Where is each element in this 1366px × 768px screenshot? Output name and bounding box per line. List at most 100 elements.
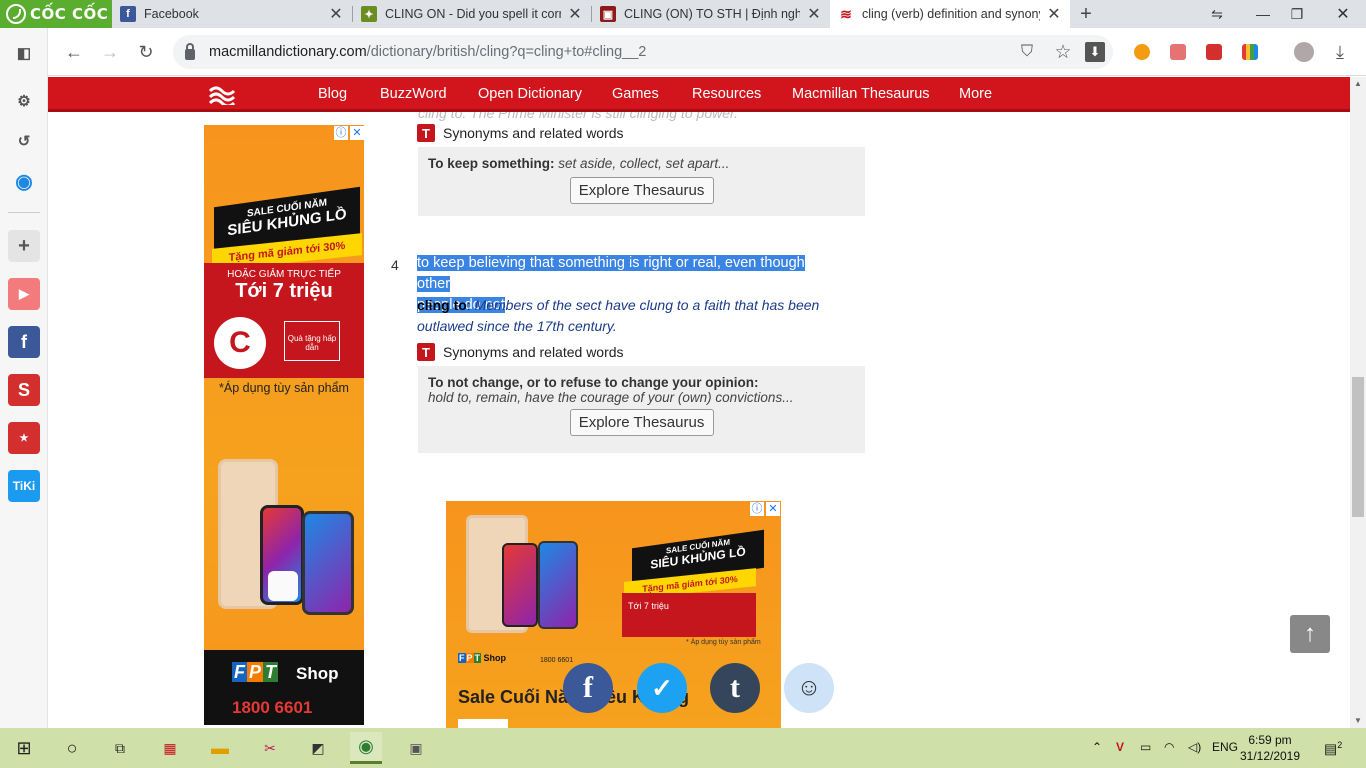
file-explorer-icon[interactable]: ▬ — [204, 732, 236, 764]
ad-gift-box: Quà tặng hấp dẫn — [284, 321, 340, 361]
history-icon[interactable]: ↺ — [8, 125, 40, 157]
site-navigation: Blog BuzzWord Open Dictionary Games Reso… — [48, 77, 1350, 112]
tiki-icon[interactable]: TiKi — [8, 470, 40, 502]
taskbar-clock[interactable]: 6:59 pm 31/12/2019 — [1238, 732, 1302, 764]
lazada-icon[interactable]: ★ — [8, 422, 40, 454]
restore-tabs-icon[interactable]: ⇋ — [1194, 0, 1240, 28]
cambridge-favicon-icon: ▣ — [600, 6, 616, 22]
language-indicator[interactable]: ENG — [1212, 740, 1238, 754]
twitter-share-icon[interactable]: ✓ — [637, 663, 687, 713]
ad-close-icon[interactable]: ✕ — [766, 502, 780, 516]
nav-games[interactable]: Games — [612, 86, 659, 102]
scrollbar-thumb[interactable] — [1352, 377, 1364, 517]
explore-thesaurus-button[interactable]: Explore Thesaurus — [569, 177, 714, 204]
nav-more[interactable]: More — [959, 86, 992, 102]
tab-close-icon[interactable]: ✕ — [328, 6, 344, 23]
ad-info-icon[interactable]: ⓘ — [334, 126, 348, 140]
coccoc-taskbar-icon[interactable]: ◉ — [350, 732, 382, 764]
macmillan-logo-icon[interactable] — [209, 83, 235, 105]
lock-icon[interactable] — [185, 42, 195, 60]
nav-open-dictionary[interactable]: Open Dictionary — [478, 86, 582, 102]
notes-app-icon[interactable]: ◩ — [302, 732, 334, 764]
ad-fpt-logo: FPT Shop — [458, 653, 507, 663]
snipping-tool-icon[interactable]: ✂ — [254, 732, 286, 764]
browser-toolbar: ← → ↻ macmillandictionary.com/dictionary… — [48, 28, 1366, 76]
close-window-button[interactable]: ✕ — [1320, 0, 1366, 28]
clock-date: 31/12/2019 — [1239, 749, 1301, 763]
nav-blog[interactable]: Blog — [318, 86, 347, 102]
profile-avatar[interactable] — [1294, 42, 1314, 62]
forward-arrow-icon[interactable]: → — [96, 38, 124, 66]
nav-resources[interactable]: Resources — [692, 86, 761, 102]
battery-tray-icon[interactable]: ▭ — [1140, 740, 1151, 754]
synonyms-link[interactable]: T Synonyms and related words — [417, 343, 624, 361]
maximize-button[interactable]: ❐ — [1274, 0, 1320, 28]
sidebar-toggle-icon[interactable]: ◧ — [8, 37, 40, 69]
page-scrollbar[interactable]: ▲ ▼ — [1350, 77, 1366, 728]
ad-red-panel: Tới 7 triệu — [622, 593, 756, 637]
shield-icon[interactable]: ⛉ — [1013, 38, 1041, 66]
windows-start-icon[interactable]: ⊞ — [8, 732, 40, 764]
unikey-tray-icon[interactable]: V — [1116, 740, 1124, 754]
scroll-down-arrow-icon[interactable]: ▼ — [1350, 714, 1366, 728]
left-ad[interactable]: ⓘ ✕ SALE CUỐI NĂM SIÊU KHỦNG LỒ Tặng mã … — [204, 125, 364, 725]
extension-adblock-icon[interactable] — [1170, 44, 1186, 60]
synonyms-label: Synonyms and related words — [443, 125, 624, 141]
messenger-icon[interactable]: ◉ — [8, 165, 40, 197]
tab-cambridge[interactable]: ▣ CLING (ON) TO STH | Định nghĩa tr ✕ — [592, 0, 830, 28]
clock-time: 6:59 pm — [1248, 733, 1292, 747]
tiki-label: TiKi — [12, 479, 36, 493]
tab-cling-on[interactable]: ✦ CLING ON - Did you spell it correc ✕ — [353, 0, 591, 28]
explore-thesaurus-button[interactable]: Explore Thesaurus — [569, 409, 714, 436]
download-page-icon[interactable]: ⬇ — [1085, 42, 1105, 62]
ad-phone-number: 1800 6601 — [540, 657, 574, 664]
extension-red-icon[interactable] — [1206, 44, 1222, 60]
extension-color-icon[interactable] — [1242, 44, 1258, 60]
extension-chrome-icon[interactable] — [1134, 44, 1150, 60]
tab-macmillan[interactable]: ≋ cling (verb) definition and synonyr ✕ — [830, 0, 1070, 28]
ad-button — [458, 719, 508, 728]
nav-buzzword[interactable]: BuzzWord — [380, 86, 447, 102]
ad-info-icon[interactable]: ⓘ — [750, 502, 764, 516]
tab-close-icon[interactable]: ✕ — [806, 6, 822, 23]
add-app-icon[interactable]: + — [8, 230, 40, 262]
action-center-icon[interactable]: ▤2 — [1324, 740, 1342, 758]
volume-tray-icon[interactable]: ◁) — [1188, 740, 1201, 754]
grammar-favicon-icon: ✦ — [361, 6, 377, 22]
reload-icon[interactable]: ↻ — [132, 38, 160, 66]
tab-facebook[interactable]: f Facebook ✕ — [112, 0, 352, 28]
nav-macmillan-thesaurus[interactable]: Macmillan Thesaurus — [792, 86, 930, 102]
ad-airpods-image — [268, 571, 298, 601]
address-bar[interactable]: macmillandictionary.com/dictionary/briti… — [173, 35, 1113, 69]
new-tab-button[interactable]: + — [1072, 0, 1100, 28]
tray-expand-icon[interactable]: ⌃ — [1092, 740, 1102, 754]
facebook-app-icon[interactable]: f — [8, 326, 40, 358]
facebook-share-icon[interactable]: f — [563, 663, 613, 713]
screenshot-app-icon[interactable]: ▣ — [400, 732, 432, 764]
back-arrow-icon[interactable]: ← — [60, 38, 88, 66]
bookmark-star-icon[interactable]: ☆ — [1049, 38, 1077, 66]
tab-close-icon[interactable]: ✕ — [567, 6, 583, 23]
downloads-icon[interactable]: ⤓ — [1326, 38, 1354, 66]
coccoc-logo-icon — [6, 4, 26, 24]
shopee-icon[interactable]: S — [8, 374, 40, 406]
shopee-label: S — [17, 379, 30, 400]
youtube-icon[interactable]: ▶ — [8, 278, 40, 310]
tumblr-share-icon[interactable]: t — [710, 663, 760, 713]
paint-app-icon[interactable]: ▦ — [154, 732, 186, 764]
ad-close-icon[interactable]: ✕ — [350, 126, 364, 140]
cortana-search-icon[interactable]: ○ — [56, 732, 88, 764]
tab-title: CLING (ON) TO STH | Định nghĩa tr — [624, 7, 800, 21]
example-text: outlawed since the 17th century. — [417, 318, 617, 334]
ad-text: Tới 7 triệu — [628, 601, 669, 611]
synonyms-link[interactable]: T Synonyms and related words — [417, 124, 624, 142]
coccoc-menu-button[interactable]: CỐC CỐC — [0, 0, 112, 28]
scroll-to-top-button[interactable]: ↑ — [1290, 615, 1330, 653]
settings-icon[interactable]: ⚙ — [8, 85, 40, 117]
wifi-tray-icon[interactable]: ◠ — [1164, 740, 1174, 754]
ad-text: Shop — [296, 664, 339, 683]
reddit-share-icon[interactable]: ☺ — [784, 663, 834, 713]
task-view-icon[interactable]: ⧉ — [104, 732, 136, 764]
tab-close-icon[interactable]: ✕ — [1046, 6, 1062, 23]
scroll-up-arrow-icon[interactable]: ▲ — [1350, 77, 1366, 91]
